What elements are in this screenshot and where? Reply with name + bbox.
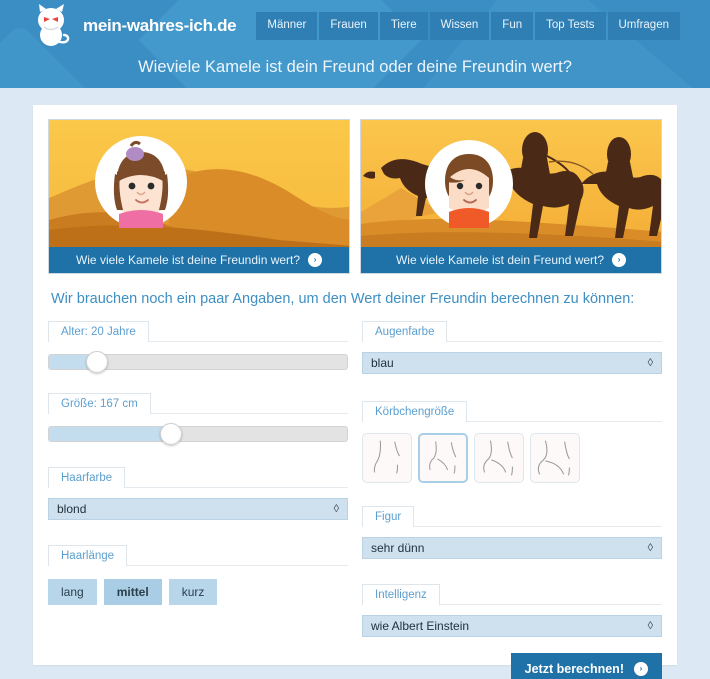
cup-size-option-4[interactable] — [530, 433, 580, 483]
top-bar: mein-wahres-ich.de Männer Frauen Tiere W… — [0, 0, 710, 52]
calculate-button[interactable]: Jetzt berechnen! › — [510, 653, 662, 679]
nav-item-maenner[interactable]: Männer — [256, 12, 318, 40]
height-slider-fill — [49, 427, 172, 441]
field-height: Größe: 167 cm — [48, 392, 348, 445]
submit-row: Jetzt berechnen! › — [362, 653, 662, 679]
eye-color-select[interactable]: blau ◊ — [362, 352, 662, 374]
main-navigation: Männer Frauen Tiere Wissen Fun Top Tests… — [256, 12, 680, 40]
card-girlfriend[interactable]: Wie viele Kamele ist deine Freundin wert… — [48, 119, 350, 274]
chevron-right-icon: › — [634, 662, 648, 676]
hair-color-value: blond — [57, 502, 87, 516]
hair-color-label: Haarfarbe — [48, 467, 126, 488]
content-wrapper: Wie viele Kamele ist deine Freundin wert… — [0, 88, 710, 679]
field-eye-color: Augenfarbe blau ◊ — [362, 320, 662, 374]
card-boyfriend[interactable]: Wie viele Kamele ist dein Freund wert? › — [360, 119, 662, 274]
chevron-updown-icon: ◊ — [647, 620, 653, 632]
age-slider-thumb[interactable] — [85, 351, 108, 373]
quiz-cards: Wie viele Kamele ist deine Freundin wert… — [48, 119, 662, 274]
hair-length-option-lang[interactable]: lang — [48, 579, 97, 605]
cup-size-option-1[interactable] — [362, 433, 412, 483]
nav-item-fun[interactable]: Fun — [491, 12, 534, 40]
height-slider[interactable] — [48, 423, 348, 445]
card-boyfriend-image — [361, 120, 661, 247]
field-hair-length: Haarlänge lang mittel kurz — [48, 544, 348, 605]
figure-label: Figur — [362, 506, 415, 527]
form-column-left: Alter: 20 Jahre Größe: 167 cm Haarfarbe — [48, 320, 348, 679]
intro-text: Wir brauchen noch ein paar Angaben, um d… — [51, 291, 635, 307]
form-column-right: Augenfarbe blau ◊ Körbchengröße Figur se… — [362, 320, 662, 679]
nav-item-umfragen[interactable]: Umfragen — [607, 12, 680, 40]
field-cup-size: Körbchengröße — [362, 400, 662, 483]
hair-length-option-kurz[interactable]: kurz — [168, 579, 218, 605]
card-girlfriend-caption[interactable]: Wie viele Kamele ist deine Freundin wert… — [49, 247, 349, 273]
card-boyfriend-caption-text: Wie viele Kamele ist dein Freund wert? — [395, 253, 605, 267]
field-intelligence: Intelligenz wie Albert Einstein ◊ — [362, 583, 662, 637]
brand-logo[interactable]: mein-wahres-ich.de — [30, 2, 237, 50]
chevron-updown-icon: ◊ — [333, 503, 339, 515]
cup-size-option-3[interactable] — [474, 433, 524, 483]
figure-value: sehr dünn — [371, 541, 425, 555]
card-boyfriend-caption[interactable]: Wie viele Kamele ist dein Freund wert? › — [361, 247, 661, 273]
hair-length-label: Haarlänge — [48, 545, 128, 566]
nav-item-tiere[interactable]: Tiere — [379, 12, 428, 40]
nav-item-wissen[interactable]: Wissen — [429, 12, 490, 40]
nav-item-top-tests[interactable]: Top Tests — [535, 12, 606, 40]
chevron-updown-icon: ◊ — [647, 357, 653, 369]
site-header: mein-wahres-ich.de Männer Frauen Tiere W… — [0, 0, 710, 88]
brand-name: mein-wahres-ich.de — [83, 16, 237, 35]
page-title: Wieviele Kamele ist dein Freund oder dei… — [138, 58, 572, 76]
field-age: Alter: 20 Jahre — [48, 320, 348, 373]
chevron-right-icon: › — [612, 253, 627, 267]
content-panel: Wie viele Kamele ist deine Freundin wert… — [33, 105, 677, 679]
age-slider[interactable] — [48, 351, 348, 373]
height-slider-thumb[interactable] — [160, 423, 183, 445]
intelligence-value: wie Albert Einstein — [371, 619, 470, 633]
figure-select[interactable]: sehr dünn ◊ — [362, 537, 662, 559]
field-figure: Figur sehr dünn ◊ — [362, 505, 662, 559]
hair-length-option-mittel[interactable]: mittel — [103, 579, 162, 605]
cat-mascot-icon — [30, 2, 74, 50]
height-label: Größe: 167 cm — [48, 393, 151, 414]
intelligence-select[interactable]: wie Albert Einstein ◊ — [362, 615, 662, 637]
chevron-right-icon: › — [308, 253, 323, 267]
form: Alter: 20 Jahre Größe: 167 cm Haarfarbe — [48, 320, 662, 679]
cup-size-label: Körbchengröße — [362, 401, 468, 422]
card-girlfriend-caption-text: Wie viele Kamele ist deine Freundin wert… — [75, 253, 301, 267]
hair-length-options: lang mittel kurz — [48, 579, 348, 605]
chevron-updown-icon: ◊ — [647, 542, 653, 554]
intelligence-label: Intelligenz — [362, 584, 440, 605]
eye-color-label: Augenfarbe — [362, 321, 448, 342]
cup-size-option-2[interactable] — [418, 433, 468, 483]
eye-color-value: blau — [371, 356, 394, 370]
card-girlfriend-image — [49, 120, 349, 247]
calculate-button-label: Jetzt berechnen! — [524, 662, 624, 676]
cup-size-options — [362, 433, 662, 483]
age-label: Alter: 20 Jahre — [48, 321, 149, 342]
field-hair-color: Haarfarbe blond ◊ — [48, 466, 348, 520]
nav-item-frauen[interactable]: Frauen — [319, 12, 378, 40]
hair-color-select[interactable]: blond ◊ — [48, 498, 348, 520]
